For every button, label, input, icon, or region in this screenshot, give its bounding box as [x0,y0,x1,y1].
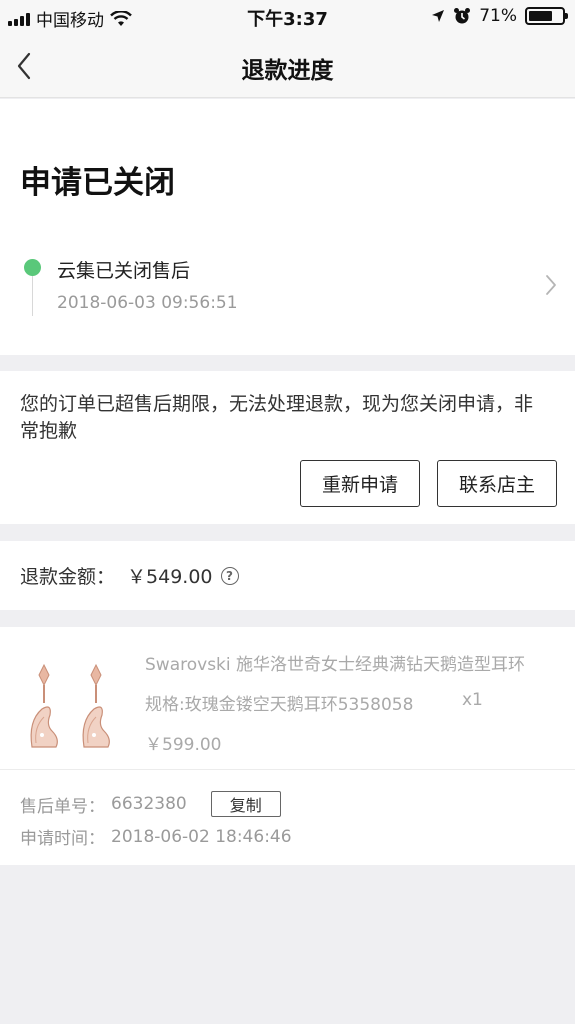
reapply-button[interactable]: 重新申请 [300,460,420,507]
divider [0,769,575,770]
location-icon [432,10,445,22]
closure-notice-text: 您的订单已超售后期限，无法处理退款，现为您关闭申请，非常抱歉 [20,393,534,442]
timeline-event-title[interactable]: 云集已关闭售后 [57,256,190,283]
page-title: 退款进度 [241,58,334,84]
refund-amount-value: ￥549.00 [127,566,213,588]
product-card: Swarovski 施华洛世奇女士经典满钻天鹅造型耳环 规格:玫瑰金镂空天鹅耳环… [0,627,575,865]
refund-amount-label: 退款金额： [20,566,116,588]
apply-time-label: 申请时间： [20,829,105,849]
battery-percent: 71% [479,6,517,26]
after-sale-number: 6632380 [111,794,187,814]
product-price: ￥599.00 [145,735,222,755]
timeline-event-time: 2018-06-03 09:56:51 [57,293,238,313]
product-name[interactable]: Swarovski 施华洛世奇女士经典满钻天鹅造型耳环 [145,650,525,675]
after-sale-number-label: 售后单号： [20,796,105,817]
refund-amount-row: 退款金额： ￥549.00 ? [0,541,575,610]
product-image[interactable] [22,659,122,759]
apply-time-row: 申请时间： 2018-06-02 18:46:46 [20,824,292,850]
timeline-status-dot [24,259,41,276]
refund-status-headline: 申请已关闭 [20,165,175,201]
chevron-right-icon[interactable] [545,274,557,296]
apply-time: 2018-06-02 18:46:46 [111,826,292,847]
timeline-line [32,276,33,316]
alarm-icon [454,8,471,24]
contact-seller-button[interactable]: 联系店主 [437,460,557,507]
product-quantity: x1 [462,690,483,710]
status-bar: 中国移动 下午3:37 71% [0,0,575,34]
after-sale-number-row: 售后单号： 6632380 复制 [20,791,281,817]
nav-bar: 退款进度 [0,34,575,98]
battery-fill [529,11,552,21]
status-bar-right: 71% [431,6,568,26]
battery-icon [525,7,568,25]
product-spec: 规格:玫瑰金镂空天鹅耳环5358058 [145,695,414,715]
refund-status-card: 申请已关闭 云集已关闭售后 2018-06-03 09:56:51 [0,99,575,355]
help-icon[interactable]: ? [220,566,239,585]
closure-notice-card: 您的订单已超售后期限，无法处理退款，现为您关闭申请，非常抱歉 重新申请 联系店主 [0,371,575,524]
refund-progress-page: 中国移动 下午3:37 71% 退款进度 申请已关闭 云集已关闭售后 2018-… [0,0,575,1024]
copy-button[interactable]: 复制 [210,791,281,817]
